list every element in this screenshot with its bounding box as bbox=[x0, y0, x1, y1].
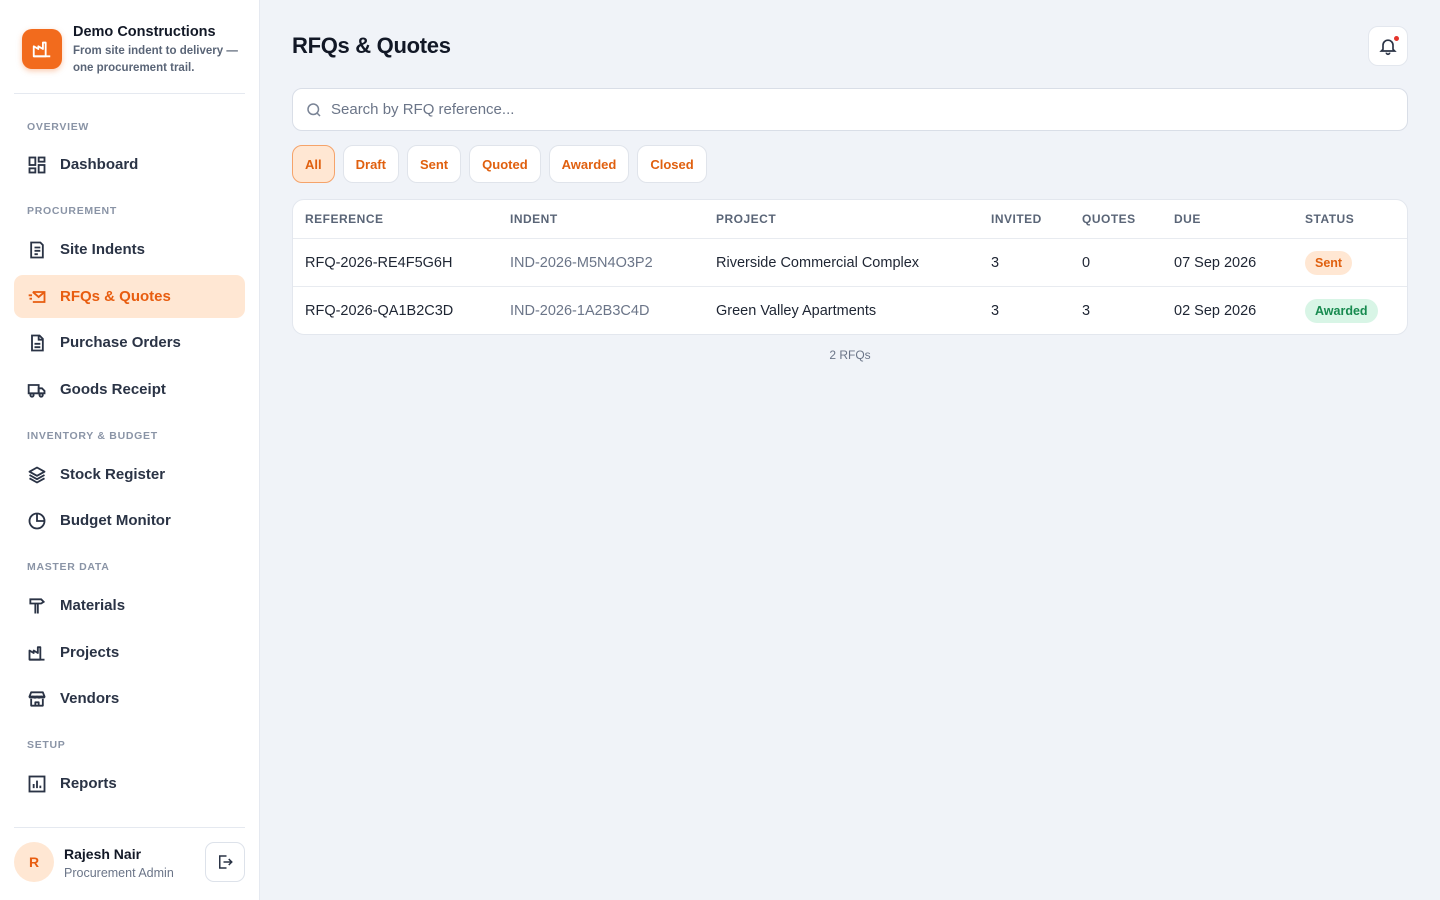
page-title: RFQs & Quotes bbox=[292, 33, 451, 58]
factory-icon bbox=[28, 646, 45, 661]
logout-button[interactable] bbox=[205, 842, 245, 882]
result-count: 2 RFQs bbox=[829, 348, 871, 362]
sidebar-item-reports[interactable]: Reports bbox=[14, 762, 245, 805]
sidebar-item-vendors[interactable]: Vendors bbox=[14, 677, 245, 720]
column-header-reference[interactable]: REFERENCE bbox=[305, 212, 384, 226]
sidebar-item-label: Projects bbox=[60, 644, 120, 661]
column-header-quotes[interactable]: QUOTES bbox=[1082, 212, 1136, 226]
status-badge: Awarded bbox=[1305, 299, 1378, 323]
brand-tagline: From site indent to delivery — one procu… bbox=[73, 45, 238, 74]
cell-project: Riverside Commercial Complex bbox=[716, 255, 920, 271]
sidebar: Demo Constructions From site indent to d… bbox=[0, 0, 260, 900]
filter-chip-closed[interactable]: Closed bbox=[637, 145, 707, 183]
section-label-setup: SETUP bbox=[27, 739, 66, 751]
mail-send-icon bbox=[28, 291, 46, 303]
user-role: Procurement Admin bbox=[64, 866, 174, 880]
divider bbox=[14, 93, 245, 94]
table-row[interactable]: RFQ-2026-QA1B2C3D IND-2026-1A2B3C4D Gree… bbox=[293, 287, 1407, 334]
table-header: REFERENCE INDENT PROJECT INVITED QUOTES … bbox=[293, 200, 1407, 239]
sidebar-item-rfqs-quotes[interactable]: RFQs & Quotes bbox=[14, 275, 245, 318]
sidebar-item-label: Budget Monitor bbox=[60, 512, 171, 529]
dashboard-icon bbox=[28, 156, 46, 174]
cell-project: Green Valley Apartments bbox=[716, 303, 877, 319]
cell-invited: 3 bbox=[991, 303, 1000, 319]
logout-icon bbox=[219, 855, 233, 869]
brand-name: Demo Constructions bbox=[73, 24, 216, 40]
sidebar-item-label: Materials bbox=[60, 597, 126, 614]
sidebar-item-site-indents[interactable]: Site Indents bbox=[14, 228, 245, 271]
document-icon bbox=[31, 334, 44, 352]
sidebar-item-label: Stock Register bbox=[60, 466, 166, 483]
column-header-invited[interactable]: INVITED bbox=[991, 212, 1042, 226]
sidebar-item-label: Vendors bbox=[60, 690, 120, 707]
avatar[interactable]: R bbox=[14, 842, 54, 882]
rfq-table: REFERENCE INDENT PROJECT INVITED QUOTES … bbox=[292, 199, 1408, 335]
notifications-button[interactable] bbox=[1368, 26, 1408, 66]
cell-invited: 3 bbox=[991, 255, 1000, 271]
status-filter: All Draft Sent Quoted Awarded Closed bbox=[292, 145, 707, 183]
filter-chip-awarded[interactable]: Awarded bbox=[548, 145, 630, 183]
cell-indent[interactable]: IND-2026-1A2B3C4D bbox=[510, 303, 649, 319]
cell-quotes: 0 bbox=[1082, 255, 1091, 271]
column-header-status[interactable]: STATUS bbox=[1305, 212, 1354, 226]
cell-reference[interactable]: RFQ-2026-RE4F5G6H bbox=[305, 255, 452, 271]
brand: Demo Constructions From site indent to d… bbox=[22, 24, 250, 80]
filter-chip-all[interactable]: All bbox=[292, 145, 335, 183]
sidebar-item-materials[interactable]: Materials bbox=[14, 584, 245, 627]
clipboard-list-icon bbox=[30, 241, 44, 259]
column-header-due[interactable]: DUE bbox=[1174, 212, 1201, 226]
layers-icon bbox=[28, 466, 46, 484]
search-icon bbox=[307, 103, 321, 117]
sidebar-item-purchase-orders[interactable]: Purchase Orders bbox=[14, 321, 245, 364]
truck-icon bbox=[27, 384, 46, 398]
search-input[interactable] bbox=[331, 90, 1391, 129]
column-header-project[interactable]: PROJECT bbox=[716, 212, 776, 226]
sidebar-item-label: Purchase Orders bbox=[60, 334, 181, 351]
hammer-icon bbox=[29, 598, 46, 614]
cell-reference[interactable]: RFQ-2026-QA1B2C3D bbox=[305, 303, 453, 319]
sidebar-item-projects[interactable]: Projects bbox=[14, 631, 245, 674]
sidebar-item-label: Goods Receipt bbox=[60, 381, 166, 398]
cell-quotes: 3 bbox=[1082, 303, 1091, 319]
sidebar-item-label: Dashboard bbox=[60, 156, 139, 173]
section-label-master-data: MASTER DATA bbox=[27, 561, 110, 573]
sidebar-item-budget-monitor[interactable]: Budget Monitor bbox=[14, 499, 245, 542]
filter-chip-sent[interactable]: Sent bbox=[406, 145, 462, 183]
sidebar-item-label: Reports bbox=[60, 775, 117, 792]
sidebar-item-label: Site Indents bbox=[60, 241, 146, 258]
filter-chip-quoted[interactable]: Quoted bbox=[469, 145, 541, 183]
sidebar-item-dashboard[interactable]: Dashboard bbox=[14, 143, 245, 186]
section-label-overview: OVERVIEW bbox=[27, 121, 90, 133]
column-header-indent[interactable]: INDENT bbox=[510, 212, 558, 226]
sidebar-item-goods-receipt[interactable]: Goods Receipt bbox=[14, 368, 245, 411]
table-row[interactable]: RFQ-2026-RE4F5G6H IND-2026-M5N4O3P2 Rive… bbox=[293, 239, 1407, 287]
cell-due: 07 Sep 2026 bbox=[1174, 255, 1257, 271]
bar-chart-icon bbox=[28, 775, 46, 793]
divider bbox=[14, 827, 245, 828]
status-badge: Sent bbox=[1305, 251, 1353, 275]
user-name: Rajesh Nair bbox=[64, 846, 142, 862]
factory-logo-icon bbox=[22, 29, 62, 69]
filter-chip-draft[interactable]: Draft bbox=[342, 145, 399, 183]
section-label-procurement: PROCUREMENT bbox=[27, 205, 117, 217]
pie-chart-icon bbox=[28, 512, 46, 530]
store-icon bbox=[28, 691, 46, 707]
cell-indent[interactable]: IND-2026-M5N4O3P2 bbox=[510, 255, 653, 271]
sidebar-item-stock-register[interactable]: Stock Register bbox=[14, 453, 245, 496]
section-label-inventory-budget: INVENTORY & BUDGET bbox=[27, 430, 158, 442]
sidebar-item-label: RFQs & Quotes bbox=[60, 288, 171, 305]
notification-dot bbox=[1392, 34, 1401, 43]
cell-due: 02 Sep 2026 bbox=[1174, 303, 1257, 319]
search-bar[interactable] bbox=[292, 88, 1408, 131]
